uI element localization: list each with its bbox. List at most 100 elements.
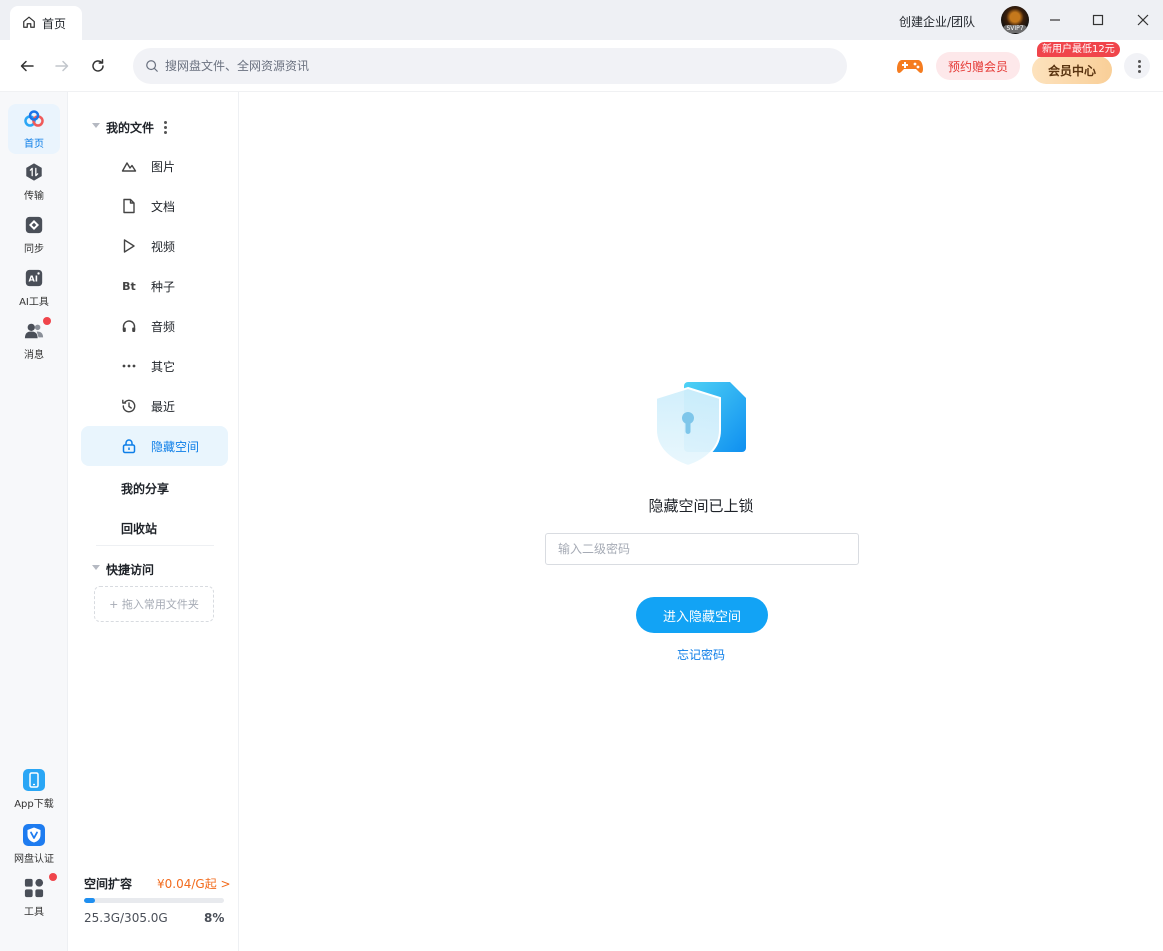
sidebar-item-label: 图片 (151, 159, 176, 174)
maximize-button[interactable] (1088, 10, 1108, 30)
sidebar-item-my-share[interactable]: 我的分享 (121, 480, 169, 497)
more-vertical-icon[interactable] (164, 121, 168, 134)
svg-text:AI: AI (29, 273, 38, 283)
phone-icon (23, 768, 45, 791)
gamepad-icon (897, 60, 923, 73)
divider (96, 545, 214, 546)
sidebar-item-label: 种子 (151, 279, 176, 294)
more-button[interactable] (1124, 53, 1150, 79)
rail-label: 网盘认证 (14, 853, 54, 865)
close-button[interactable] (1133, 10, 1153, 30)
notification-dot (43, 316, 51, 325)
rail-label: 工具 (24, 906, 44, 918)
notification-dot (49, 872, 57, 881)
rail-label: 传输 (24, 190, 44, 202)
rail-item-verify[interactable]: 网盘认证 (8, 819, 60, 869)
my-files-label: 我的文件 (106, 121, 155, 135)
vip-promo-badge: 新用户最低12元 (1037, 42, 1120, 57)
storage-progress-fill (84, 898, 96, 903)
storage-expand-link[interactable]: ¥0.04/G起 > (157, 875, 231, 892)
rail-item-home[interactable]: 首页 (8, 104, 60, 154)
sidebar-item-other[interactable]: 其它 (81, 346, 228, 386)
sync-icon (23, 214, 45, 236)
rail-label: App下载 (14, 798, 54, 810)
rail-item-messages[interactable]: 消息 (8, 315, 60, 365)
sidebar-item-documents[interactable]: 文档 (81, 186, 228, 226)
vip-center-button[interactable]: 会员中心 (1032, 56, 1112, 84)
rail-item-app-download[interactable]: App下载 (8, 764, 60, 814)
rail-item-ai[interactable]: AI AI工具 (8, 262, 60, 312)
storage-progress-bar (84, 898, 224, 903)
lock-icon (121, 438, 137, 454)
sidebar-item-hidden-space[interactable]: 隐藏空间 (81, 426, 228, 466)
search-box[interactable] (133, 48, 847, 84)
sidebar-item-audio[interactable]: 音频 (81, 306, 228, 346)
verify-icon (23, 823, 45, 846)
create-team-link[interactable]: 创建企业/团队 (899, 13, 975, 30)
enter-hidden-space-button[interactable]: 进入隐藏空间 (636, 597, 768, 633)
transfer-icon (23, 161, 45, 183)
rail-item-transfer[interactable]: 传输 (8, 156, 60, 206)
main-panel: 隐藏空间已上锁 进入隐藏空间 忘记密码 (239, 92, 1163, 951)
quick-access-label: 快捷访问 (106, 563, 155, 577)
rail-item-tools[interactable]: 工具 (8, 872, 60, 922)
hidden-space-locked-title: 隐藏空间已上锁 (648, 497, 754, 515)
video-icon (121, 238, 137, 254)
document-icon (121, 198, 137, 214)
rail-label: 首页 (24, 138, 44, 150)
avatar[interactable]: SVIP7 (1001, 6, 1029, 34)
rail-label: AI工具 (19, 296, 49, 308)
quick-access-header[interactable]: 快捷访问 (92, 561, 155, 578)
arrow-left-icon (20, 60, 34, 72)
collapse-caret-icon (92, 565, 100, 570)
forward-button[interactable] (52, 56, 72, 76)
more-vertical-icon (1137, 59, 1141, 73)
more-icon (121, 358, 137, 374)
arrow-right-icon (55, 60, 69, 72)
sidebar-item-recycle-bin[interactable]: 回收站 (121, 520, 157, 537)
sidebar-item-recent[interactable]: 最近 (81, 386, 228, 426)
sidebar-item-label: 音频 (151, 319, 176, 334)
secondary-password-input[interactable] (545, 533, 859, 565)
ai-icon: AI (23, 267, 45, 289)
rail-item-sync[interactable]: 同步 (8, 209, 60, 259)
storage-used-text: 25.3G/305.0G (84, 911, 168, 925)
nav-bar: 预约赠会员 会员中心 新用户最低12元 (0, 40, 1163, 92)
back-button[interactable] (17, 56, 37, 76)
shield-lock-icon (655, 382, 746, 468)
home-icon (22, 15, 36, 32)
search-icon (146, 60, 158, 72)
title-bar: 首页 创建企业/团队 SVIP7 (0, 0, 1163, 40)
search-input[interactable] (165, 59, 805, 73)
tab-home[interactable]: 首页 (10, 6, 82, 40)
drop-folder-zone[interactable]: + 拖入常用文件夹 (94, 586, 214, 622)
my-files-header[interactable]: 我的文件 (92, 119, 168, 136)
forgot-password-link[interactable]: 忘记密码 (239, 646, 1163, 663)
storage-percent-text: 8% (204, 911, 225, 925)
image-icon (121, 158, 137, 174)
minimize-icon (1050, 19, 1060, 21)
history-icon (121, 398, 137, 414)
collapse-caret-icon (92, 123, 100, 128)
tab-home-label: 首页 (42, 16, 67, 31)
sidebar-item-label: 视频 (151, 239, 176, 254)
rail-label: 同步 (24, 243, 44, 255)
minimize-button[interactable] (1045, 10, 1065, 30)
maximize-icon (1092, 14, 1104, 26)
refresh-button[interactable] (88, 56, 108, 76)
sidebar-item-label: 文档 (151, 199, 176, 214)
close-icon (1137, 14, 1149, 26)
sidebar-item-images[interactable]: 图片 (81, 146, 228, 186)
sidebar-item-videos[interactable]: 视频 (81, 226, 228, 266)
reserve-vip-button[interactable]: 预约赠会员 (936, 52, 1020, 80)
refresh-icon (92, 59, 104, 72)
storage-expand-title: 空间扩容 (84, 877, 133, 891)
sidebar-item-label: 隐藏空间 (151, 439, 200, 454)
headphones-icon (121, 318, 137, 334)
rail-label: 消息 (24, 349, 44, 361)
sidebar-item-label: 其它 (151, 359, 176, 374)
sidebar-item-label: 最近 (151, 399, 176, 414)
sidebar-item-torrents[interactable]: Bt 种子 (81, 266, 228, 306)
locked-shield-illustration (650, 378, 750, 470)
game-button[interactable] (896, 54, 924, 78)
